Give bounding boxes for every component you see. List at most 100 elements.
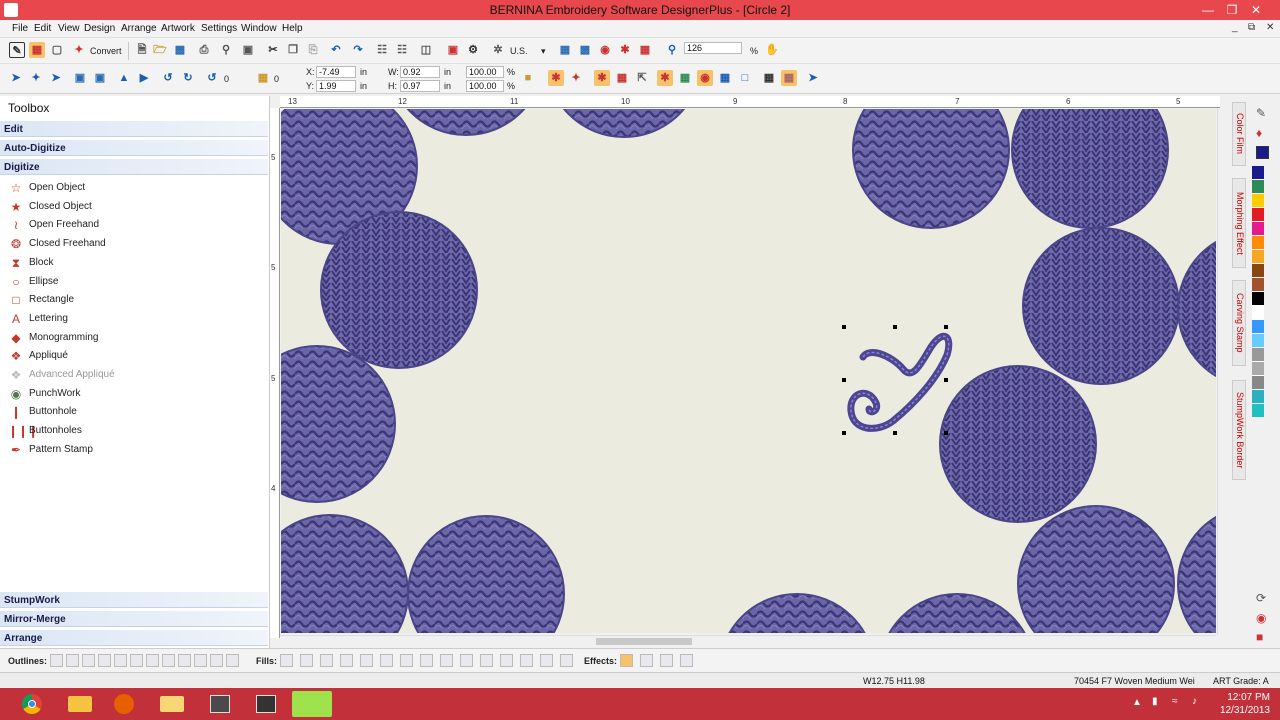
send-to-machine-icon[interactable]: ◫ (418, 42, 434, 58)
y-position-input[interactable]: 1.99 (316, 80, 356, 92)
stitch-circle[interactable] (719, 593, 875, 633)
bernina-icon[interactable] (246, 691, 286, 717)
fill-stitch-icon[interactable] (480, 654, 493, 667)
battery-icon[interactable]: ▮ (1152, 696, 1158, 707)
tab-morphing-effect[interactable]: Morphing Effect (1232, 178, 1246, 268)
color-swatch[interactable] (1252, 334, 1264, 348)
menu-arrange[interactable]: Arrange (121, 23, 157, 34)
file-explorer-icon[interactable] (60, 691, 100, 717)
menu-design[interactable]: Design (84, 23, 115, 34)
vertical-scrollbar[interactable] (1217, 108, 1228, 635)
transform-icon[interactable]: ▣ (92, 70, 108, 86)
stitch-circle[interactable] (852, 109, 1010, 229)
close-button[interactable]: ✕ (1244, 1, 1268, 19)
cut-icon[interactable]: ✂ (265, 42, 281, 58)
chevron-down-icon[interactable]: ▾ (541, 46, 546, 57)
reshape-tool-icon[interactable]: ⇱ (634, 70, 650, 86)
fill-stitch-icon[interactable] (500, 654, 513, 667)
color-swatch[interactable] (1252, 292, 1264, 306)
fill-stitch-icon[interactable] (440, 654, 453, 667)
section-auto-digitize[interactable]: Auto-Digitize (0, 139, 268, 156)
show-hidden-icons-icon[interactable]: ▲ (1132, 697, 1142, 708)
color-swatch[interactable] (1252, 320, 1264, 334)
section-mirror-merge[interactable]: Mirror-Merge (0, 610, 268, 627)
embroidery-app-icon[interactable] (200, 691, 240, 717)
stitch-circle[interactable] (879, 593, 1035, 633)
effect-icon[interactable] (640, 654, 653, 667)
mdi-minimize-icon[interactable]: _ (1232, 22, 1238, 33)
folder-icon[interactable] (152, 691, 192, 717)
show-functions-icon[interactable]: ✱ (548, 70, 564, 86)
horizontal-scrollbar[interactable] (280, 635, 1216, 646)
measure-icon[interactable]: ➤ (805, 70, 821, 86)
stitch-circle[interactable] (281, 514, 409, 633)
outline-stitch-icon[interactable] (114, 654, 127, 667)
section-stumpwork[interactable]: StumpWork (0, 591, 268, 608)
fill-color-icon[interactable]: ♦ (1256, 126, 1262, 140)
tab-carving-stamp[interactable]: Carving Stamp (1232, 280, 1246, 366)
effect-icon[interactable] (620, 654, 633, 667)
color-swatch[interactable] (1252, 348, 1264, 362)
wifi-icon[interactable]: ≈ (1172, 696, 1178, 707)
fill-stitch-icon[interactable] (340, 654, 353, 667)
color-swatch[interactable] (1252, 222, 1264, 236)
fill-stitch-icon[interactable] (300, 654, 313, 667)
zoom-input[interactable]: 126 (684, 42, 742, 54)
mdi-close-icon[interactable]: ✕ (1266, 22, 1274, 33)
fill-stitch-icon[interactable] (320, 654, 333, 667)
show-stitches-icon[interactable]: ▦ (29, 42, 45, 58)
color-swatch[interactable] (1252, 208, 1264, 222)
outline-stitch-icon[interactable] (226, 654, 239, 667)
settings-icon[interactable]: ⚙ (465, 42, 481, 58)
eyedropper-icon[interactable]: ✎ (1256, 106, 1266, 120)
angle-value[interactable]: 0 (224, 74, 229, 84)
hoop-grid-icon[interactable]: ▦ (781, 70, 797, 86)
section-edit[interactable]: Edit (0, 120, 268, 137)
stitch-circle[interactable] (939, 365, 1097, 523)
stitch-circle[interactable] (1011, 109, 1169, 229)
rotate-angle-icon[interactable]: ↺ (204, 70, 220, 86)
mdi-restore-icon[interactable]: ⧉ (1248, 22, 1255, 33)
stitch-circle[interactable] (546, 109, 702, 138)
restore-button[interactable]: ❐ (1220, 1, 1244, 19)
color-swatch[interactable] (1252, 404, 1264, 418)
lock-proportions-icon[interactable]: ■ (520, 70, 536, 86)
hatch-icon[interactable]: ▦ (717, 70, 733, 86)
color-swatch[interactable] (1252, 166, 1264, 180)
show-grid-icon[interactable]: ▦ (761, 70, 777, 86)
menu-settings[interactable]: Settings (201, 23, 237, 34)
color-swatch[interactable] (1252, 250, 1264, 264)
color-swatch[interactable] (1252, 390, 1264, 404)
color-wheel-icon[interactable]: ◉ (597, 42, 613, 58)
mirror-vertical-icon[interactable]: ▶ (136, 70, 152, 86)
scale-height-input[interactable]: 100.00 (466, 80, 504, 92)
color-swatch[interactable] (1252, 278, 1264, 292)
grid-pattern-icon[interactable]: ▦ (614, 70, 630, 86)
redo-icon[interactable]: ↷ (350, 42, 366, 58)
design-properties-icon[interactable]: ▦ (557, 42, 573, 58)
fill-stitch-icon[interactable] (360, 654, 373, 667)
align-icon[interactable]: ▦ (677, 70, 693, 86)
stitch-effect-icon[interactable]: ✱ (594, 70, 610, 86)
outline-stitch-icon[interactable] (130, 654, 143, 667)
mirror-horizontal-icon[interactable]: ▲ (116, 70, 132, 86)
color-swatch[interactable] (1252, 180, 1264, 194)
magic-wand-icon[interactable]: ✱ (657, 70, 673, 86)
chrome-icon[interactable] (12, 691, 52, 717)
stitch-circle[interactable] (281, 345, 396, 503)
stitch-show-icon[interactable]: ✱ (617, 42, 633, 58)
menu-edit[interactable]: Edit (34, 23, 51, 34)
select-points-icon[interactable]: ✦ (28, 70, 44, 86)
fill-stitch-icon[interactable] (400, 654, 413, 667)
stitch-circle[interactable] (407, 515, 565, 633)
section-arrange[interactable]: Arrange (0, 629, 268, 646)
color-blend-icon[interactable]: ◉ (697, 70, 713, 86)
copy-icon[interactable]: ❐ (285, 42, 301, 58)
width-input[interactable]: 0.92 (400, 66, 440, 78)
outline-stitch-icon[interactable] (66, 654, 79, 667)
design-canvas[interactable] (281, 109, 1216, 633)
fill-stitch-icon[interactable] (540, 654, 553, 667)
outline-stitch-icon[interactable] (98, 654, 111, 667)
color-swatch[interactable] (1252, 194, 1264, 208)
outline-stitch-icon[interactable] (146, 654, 159, 667)
